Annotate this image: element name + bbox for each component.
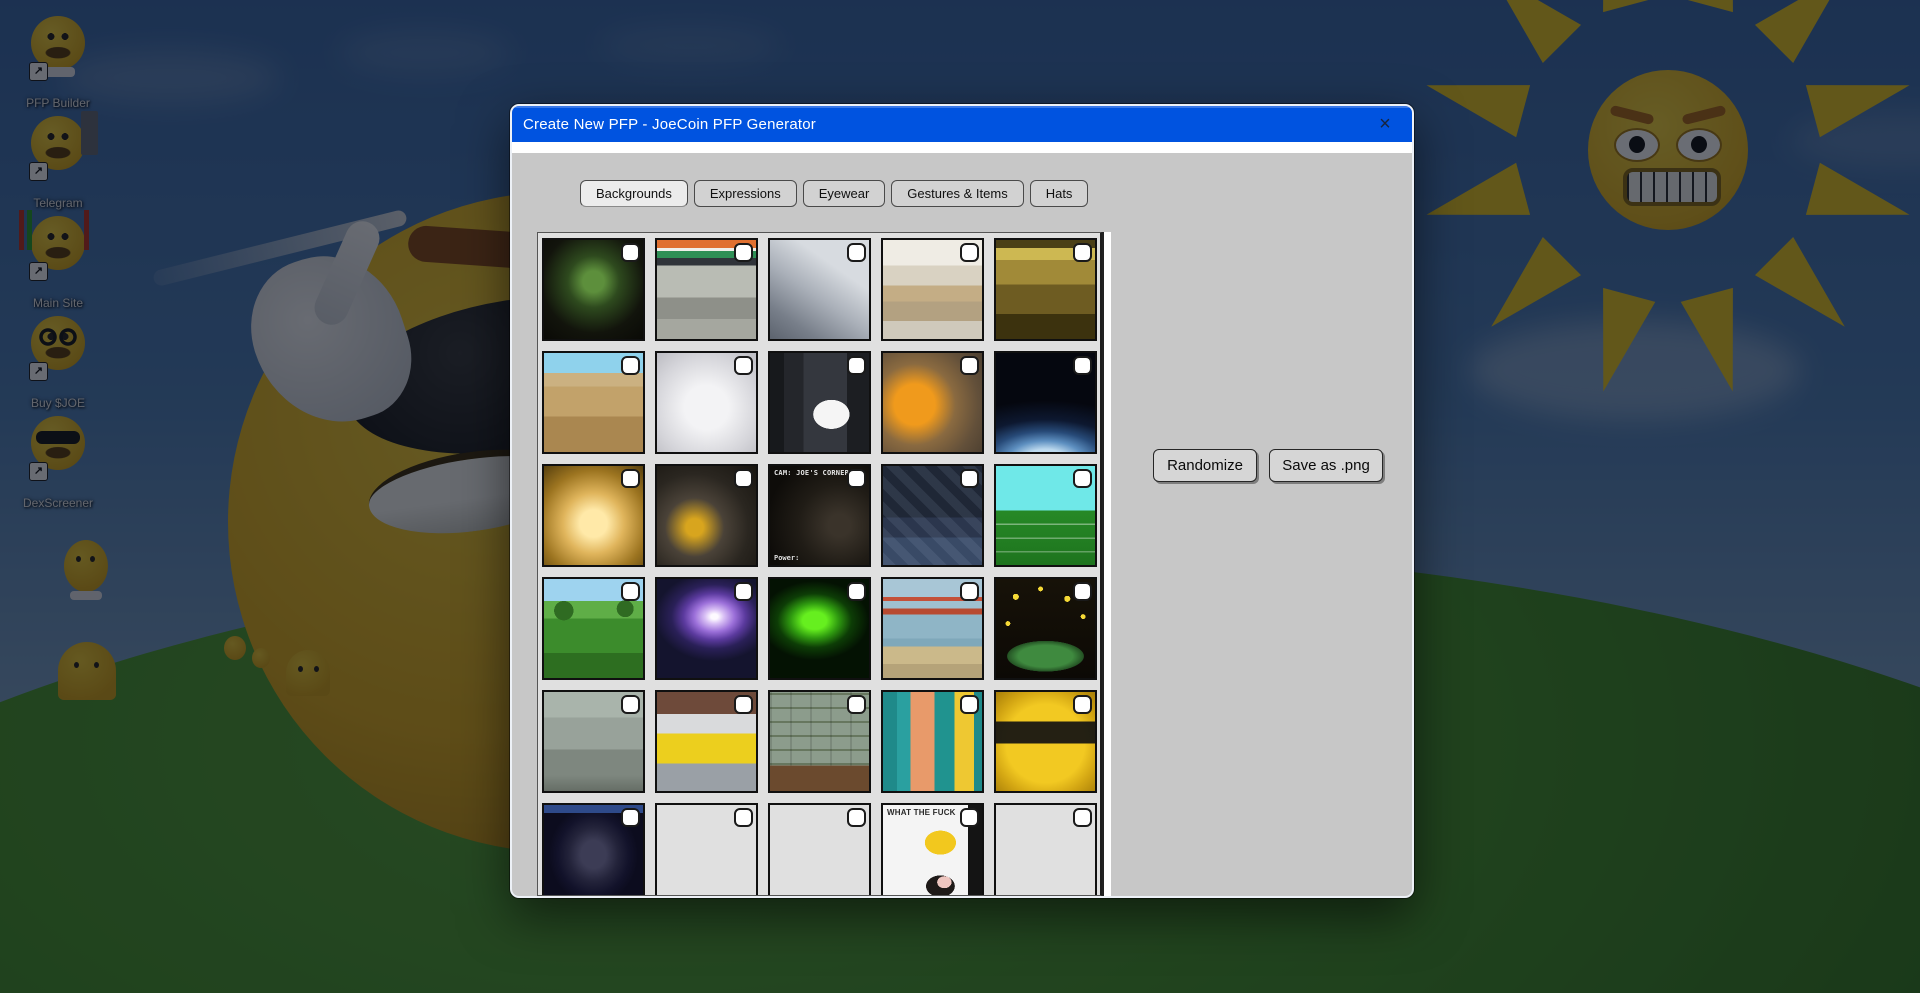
background-thumbnail-golden-gate-bridge[interactable]	[881, 577, 984, 680]
tile-checkbox[interactable]	[847, 469, 866, 488]
tile-checkbox[interactable]	[847, 695, 866, 714]
background-thumbnail-purple-galaxy[interactable]	[655, 577, 758, 680]
close-button[interactable]: ×	[1372, 111, 1398, 137]
tab-expressions[interactable]: Expressions	[694, 180, 797, 207]
thumbnail-caption: WHAT THE FUCK	[887, 808, 956, 817]
pfp-generator-window: Create New PFP - JoeCoin PFP Generator ×…	[510, 104, 1414, 898]
background-thumbnail-dark-checkered-hallway[interactable]	[881, 464, 984, 567]
window-title: Create New PFP - JoeCoin PFP Generator	[512, 116, 816, 133]
background-thumbnail-sunset-boulder-push[interactable]	[655, 803, 758, 896]
background-thumbnail-green-glitch-matrix[interactable]	[768, 577, 871, 680]
thumbnail-grid: CAM: JOE'S CORNER Power: WHAT THE FUCK	[538, 233, 1100, 896]
tab-hats[interactable]: Hats	[1030, 180, 1089, 207]
tile-checkbox[interactable]	[1073, 808, 1092, 827]
tile-checkbox[interactable]	[621, 808, 640, 827]
tile-checkbox[interactable]	[847, 582, 866, 601]
background-thumbnail-suited-figure-album[interactable]	[542, 803, 645, 896]
background-thumbnail-apple-store-interior[interactable]	[881, 238, 984, 341]
background-thumbnail-parking-lot-sports-cars[interactable]	[655, 690, 758, 793]
background-thumbnail-grassy-field-trees[interactable]	[542, 577, 645, 680]
tile-checkbox[interactable]	[960, 356, 979, 375]
background-thumbnail-sunglasses-emoji-closeup[interactable]	[994, 690, 1097, 793]
background-thumbnail-orange-character-rocks[interactable]	[881, 351, 984, 454]
tile-checkbox[interactable]	[621, 469, 640, 488]
background-thumbnail-starry-stage-characters[interactable]	[994, 577, 1097, 680]
background-thumbnail-dark-office-fan-emoji[interactable]	[655, 464, 758, 567]
background-thumbnail-dust2-desert-map[interactable]	[542, 351, 645, 454]
tab-gestures-items[interactable]: Gestures & Items	[891, 180, 1023, 207]
randomize-button[interactable]: Randomize	[1153, 449, 1257, 482]
tile-checkbox[interactable]	[1073, 356, 1092, 375]
tile-checkbox[interactable]	[734, 356, 753, 375]
grid-scrollbar[interactable]	[1102, 232, 1111, 896]
backgrounds-grid-panel: CAM: JOE'S CORNER Power: WHAT THE FUCK	[537, 232, 1102, 896]
background-thumbnail-wtf-meme[interactable]: WHAT THE FUCK	[881, 803, 984, 896]
background-thumbnail-earth-from-space[interactable]	[994, 351, 1097, 454]
tile-checkbox[interactable]	[960, 582, 979, 601]
menubar-strip	[512, 142, 1412, 153]
background-thumbnail-golden-ballroom[interactable]	[542, 464, 645, 567]
thumbnail-caption: CAM: JOE'S CORNER	[774, 469, 849, 477]
tile-checkbox[interactable]	[621, 243, 640, 262]
window-titlebar[interactable]: Create New PFP - JoeCoin PFP Generator ×	[512, 106, 1412, 142]
tile-checkbox[interactable]	[960, 695, 979, 714]
tile-checkbox[interactable]	[621, 356, 640, 375]
background-thumbnail-airplane-underside[interactable]	[768, 238, 871, 341]
tile-checkbox[interactable]	[847, 243, 866, 262]
background-thumbnail-yellow-digital-rain[interactable]	[994, 803, 1097, 896]
tile-checkbox[interactable]	[960, 243, 979, 262]
thumbnail-caption: Power:	[774, 554, 799, 562]
tile-checkbox[interactable]	[734, 469, 753, 488]
tile-checkbox[interactable]	[847, 808, 866, 827]
tile-checkbox[interactable]	[960, 808, 979, 827]
tile-checkbox[interactable]	[734, 243, 753, 262]
background-thumbnail-discord-app-screenshot[interactable]	[768, 351, 871, 454]
tile-checkbox[interactable]	[621, 582, 640, 601]
tile-checkbox[interactable]	[1073, 582, 1092, 601]
tile-checkbox[interactable]	[960, 469, 979, 488]
tile-checkbox[interactable]	[1073, 695, 1092, 714]
tab-eyewear[interactable]: Eyewear	[803, 180, 886, 207]
background-thumbnail-patrick-and-emoji[interactable]	[881, 690, 984, 793]
tab-bar: BackgroundsExpressionsEyewearGestures & …	[580, 180, 1088, 207]
background-thumbnail-white-room-yellow-figures[interactable]	[655, 351, 758, 454]
background-thumbnail-security-cam-joes-corner[interactable]: CAM: JOE'S CORNER Power:	[768, 464, 871, 567]
tab-backgrounds[interactable]: Backgrounds	[580, 180, 688, 207]
background-thumbnail-castle-brick-platformer[interactable]	[768, 690, 871, 793]
background-thumbnail-yellow-car-interior[interactable]	[768, 803, 871, 896]
tile-checkbox[interactable]	[621, 695, 640, 714]
tile-checkbox[interactable]	[1073, 243, 1092, 262]
save-png-button[interactable]: Save as .png	[1269, 449, 1383, 482]
background-thumbnail-gray-terrain-emojis[interactable]	[542, 690, 645, 793]
background-thumbnail-seven-eleven-storefront[interactable]	[655, 238, 758, 341]
background-thumbnail-retro-football-field[interactable]	[994, 464, 1097, 567]
background-thumbnail-psychedelic-green-character[interactable]	[542, 238, 645, 341]
tile-checkbox[interactable]	[734, 695, 753, 714]
background-thumbnail-backrooms-hallway[interactable]	[994, 238, 1097, 341]
tile-checkbox[interactable]	[734, 808, 753, 827]
tile-checkbox[interactable]	[1073, 469, 1092, 488]
tile-checkbox[interactable]	[847, 356, 866, 375]
tile-checkbox[interactable]	[734, 582, 753, 601]
